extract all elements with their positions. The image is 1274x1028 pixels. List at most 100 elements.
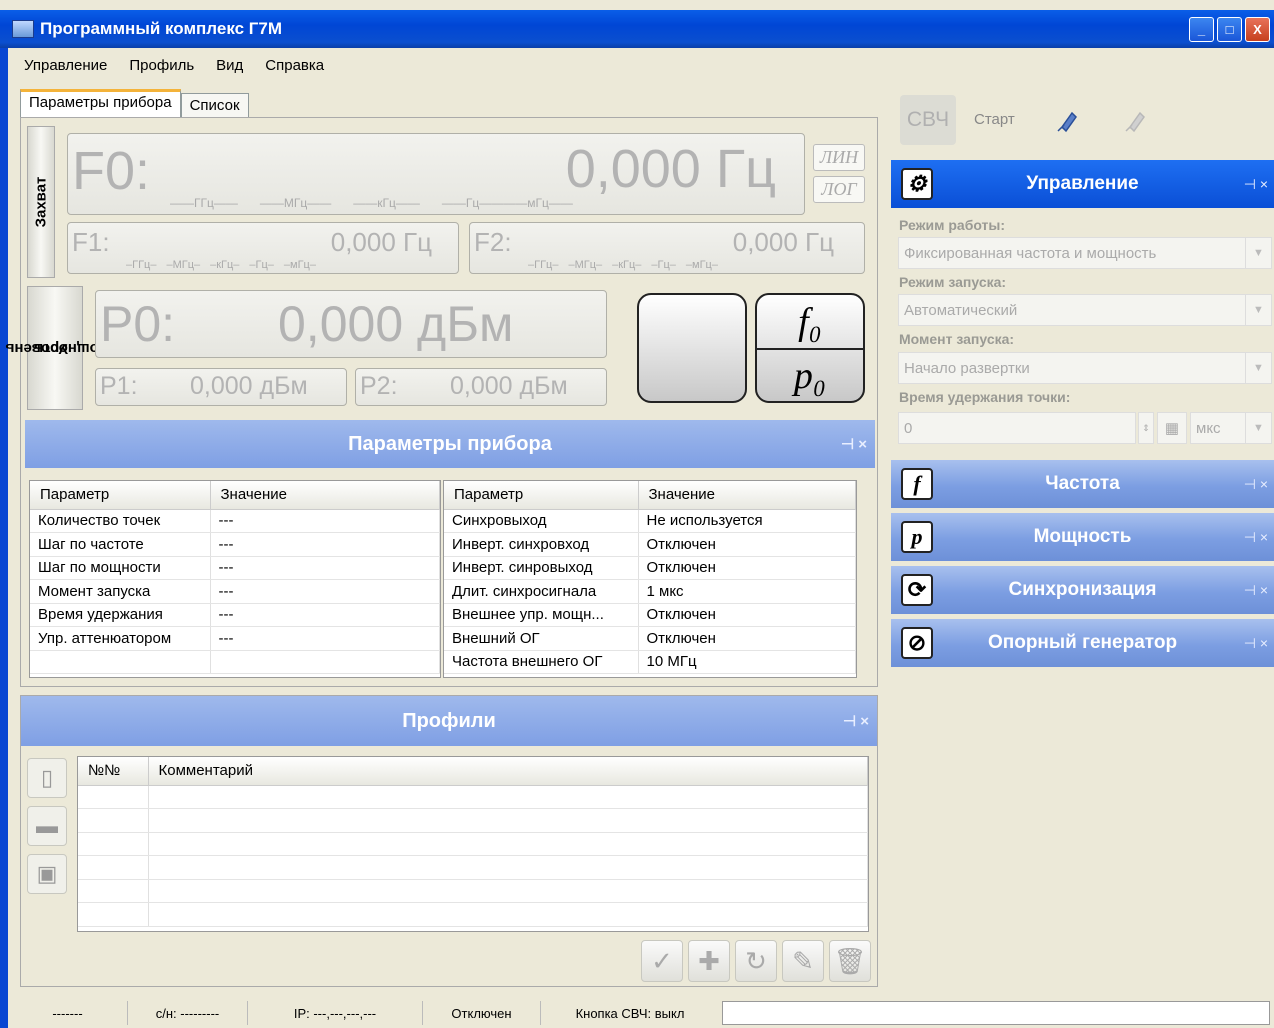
table-row[interactable]: Шаг по частоте --- — [30, 532, 440, 557]
table-row[interactable]: Частота внешнего ОГ 10 МГц — [444, 650, 856, 674]
title-bar: Программный комплекс Г7М _ □ X — [0, 10, 1274, 48]
f2-unit-mhz: –МГц– — [568, 259, 603, 271]
f0-display[interactable]: F0: 0,000 Гц ——ГГц—— ——МГц—— ——кГц—— ——Г… — [67, 133, 805, 215]
frequency-pin-close[interactable]: ⊣ × — [1244, 476, 1268, 493]
progress-bar — [722, 1001, 1270, 1025]
profiles-pin-close[interactable]: ⊣ × — [843, 712, 869, 730]
maximize-button[interactable]: □ — [1217, 17, 1242, 42]
sync-pin-close[interactable]: ⊣ × — [1244, 582, 1268, 599]
p2-display[interactable]: P2: 0,000 дБм — [355, 368, 607, 406]
tab-list[interactable]: Список — [180, 93, 249, 119]
f2-display[interactable]: F2: 0,000 Гц –ГГц– –МГц– –кГц– –Гц– –мГц… — [469, 222, 865, 274]
col-number[interactable]: №№ — [78, 757, 149, 786]
new-profile-icon[interactable]: ▯ — [27, 758, 67, 798]
f1-label: F1: — [72, 227, 110, 257]
number-cell — [78, 808, 149, 833]
sync-section-header[interactable]: ⟳ Синхронизация ⊣ × — [891, 566, 1274, 614]
number-cell — [78, 902, 149, 927]
hold-unit-select[interactable]: мкс ▼ — [1190, 412, 1272, 444]
table-row[interactable] — [78, 808, 868, 833]
p1-display[interactable]: P1: 0,000 дБм — [95, 368, 347, 406]
table-row[interactable] — [78, 785, 868, 809]
connect-plug-icon[interactable] — [1052, 105, 1080, 135]
power-icon: p — [901, 521, 933, 553]
moment-value: Начало развертки — [904, 359, 1030, 377]
table-row[interactable]: Упр. аттенюатором --- — [30, 626, 440, 651]
delete-trash-icon[interactable]: 🗑 — [829, 940, 871, 982]
status-ip: IP: ---,---,---,--- — [248, 1001, 423, 1025]
menu-control[interactable]: Управление — [24, 57, 107, 74]
refresh-icon[interactable]: ↻ — [735, 940, 777, 982]
menu-help[interactable]: Справка — [265, 57, 324, 74]
col-value[interactable]: Значение — [210, 481, 440, 510]
oscillator-icon: ⊘ — [901, 627, 933, 659]
hold-spinner[interactable]: ⇕ — [1138, 412, 1154, 444]
tab-device-params[interactable]: Параметры прибора — [20, 89, 181, 119]
col-comment[interactable]: Комментарий — [148, 757, 868, 786]
launch-select[interactable]: Автоматический ▼ — [898, 294, 1272, 326]
close-button[interactable]: X — [1245, 17, 1270, 42]
params-pin-close[interactable]: ⊣ × — [841, 435, 867, 453]
frequency-section-header[interactable]: f Частота ⊣ × — [891, 460, 1274, 508]
minimize-button[interactable]: _ — [1189, 17, 1214, 42]
f1-display[interactable]: F1: 0,000 Гц –ГГц– –МГц– –кГц– –Гц– –мГц… — [67, 222, 459, 274]
menu-profile[interactable]: Профиль — [129, 57, 194, 74]
table-row[interactable]: Внешнее упр. мощн... Отключен — [444, 603, 856, 627]
col-value[interactable]: Значение — [638, 481, 856, 510]
save-icon[interactable]: ▣ — [27, 854, 67, 894]
blank-action-button[interactable] — [637, 293, 747, 403]
table-row[interactable]: Инверт. синровыход Отключен — [444, 556, 856, 580]
param-cell: Момент запуска — [30, 579, 211, 604]
svch-button[interactable]: СВЧ — [900, 95, 956, 145]
p0-label: P0: — [100, 296, 176, 352]
table-row[interactable]: Время удержания --- — [30, 603, 440, 627]
table-row[interactable] — [78, 832, 868, 856]
open-folder-icon[interactable]: ▬ — [27, 806, 67, 846]
comment-cell — [148, 879, 868, 903]
f0-p0-button[interactable]: f₀ p₀ — [755, 293, 865, 403]
mode-select[interactable]: Фиксированная частота и мощность ▼ — [898, 237, 1272, 269]
hold-value: 0 — [904, 419, 913, 437]
table-row[interactable]: Внешний ОГ Отключен — [444, 626, 856, 651]
hold-unit: мкс — [1196, 419, 1221, 437]
comment-cell — [148, 902, 868, 927]
p0-display[interactable]: P0: 0,000 дБм — [95, 290, 607, 358]
apply-check-icon[interactable]: ✓ — [641, 940, 683, 982]
value-cell: 10 МГц — [638, 650, 856, 674]
add-plus-icon[interactable]: ✚ — [688, 940, 730, 982]
control-pin-close[interactable]: ⊣ × — [1244, 176, 1268, 193]
moment-select[interactable]: Начало развертки ▼ — [898, 352, 1272, 384]
unit-mhz: ——МГц—— — [259, 196, 332, 210]
param-cell: Шаг по мощности — [30, 556, 211, 580]
col-param[interactable]: Параметр — [30, 481, 211, 510]
hold-input[interactable]: 0 — [898, 412, 1136, 444]
control-section-header[interactable]: ⚙ Управление ⊣ × — [891, 160, 1274, 208]
log-button[interactable]: ЛОГ — [813, 176, 865, 203]
table-row[interactable] — [30, 650, 440, 674]
f1-unit-ghz: –ГГц– — [126, 259, 157, 271]
table-row[interactable]: Длит. синхросигнала 1 мкс — [444, 579, 856, 604]
disconnect-plug-icon[interactable] — [1120, 105, 1148, 135]
table-row[interactable]: Количество точек --- — [30, 509, 440, 533]
power-section-header[interactable]: p Мощность ⊣ × — [891, 513, 1274, 561]
main-tabs: Параметры прибора Список — [20, 89, 249, 119]
start-button[interactable]: Старт — [974, 111, 1015, 128]
table-row[interactable] — [78, 855, 868, 880]
menu-view[interactable]: Вид — [216, 57, 243, 74]
power-pin-close[interactable]: ⊣ × — [1244, 529, 1268, 546]
value-cell: --- — [210, 509, 440, 533]
mode-label: Режим работы: — [899, 217, 1006, 233]
lin-button[interactable]: ЛИН — [813, 144, 865, 171]
table-row[interactable] — [78, 879, 868, 903]
reference-gen-pin-close[interactable]: ⊣ × — [1244, 635, 1268, 652]
table-row[interactable]: Синхровыход Не используется — [444, 509, 856, 533]
reference-gen-section-header[interactable]: ⊘ Опорный генератор ⊣ × — [891, 619, 1274, 667]
col-param[interactable]: Параметр — [444, 481, 639, 510]
table-row[interactable]: Момент запуска --- — [30, 579, 440, 604]
table-row[interactable] — [78, 902, 868, 927]
table-row[interactable]: Шаг по мощности --- — [30, 556, 440, 580]
edit-pencil-icon[interactable]: ✎ — [782, 940, 824, 982]
table-row[interactable]: Инверт. синхровход Отключен — [444, 532, 856, 557]
calculator-icon[interactable]: ▦ — [1157, 412, 1187, 444]
f2-label: F2: — [474, 227, 512, 257]
